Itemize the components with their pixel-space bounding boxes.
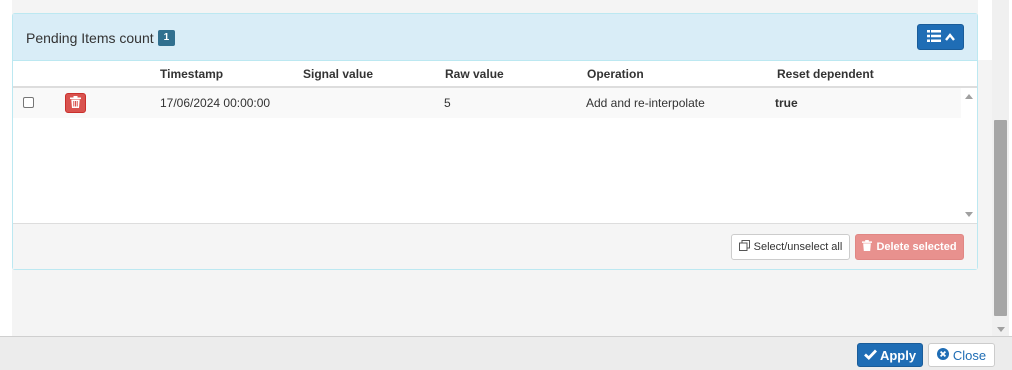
column-header-signal-value[interactable]: Signal value [303, 67, 373, 81]
pending-items-panel: Pending Items count 1 Timestamp Signal v… [12, 13, 978, 270]
dialog-right-gutter [978, 0, 992, 60]
pending-count-badge: 1 [157, 30, 176, 46]
select-all-button[interactable]: Select/unselect all [731, 234, 850, 260]
scroll-down-arrow-icon[interactable] [965, 212, 973, 217]
grid-scrollbar[interactable] [961, 88, 977, 223]
cell-raw-value: 5 [444, 96, 451, 110]
panel-title: Pending Items count 1 [26, 30, 176, 46]
dialog-body: Pending Items count 1 Timestamp Signal v… [0, 0, 992, 336]
select-all-label: Select/unselect all [753, 241, 843, 253]
table-row[interactable]: 17/06/2024 00:00:00 5 Add and re-interpo… [13, 88, 961, 118]
column-header-reset-dependent[interactable]: Reset dependent [777, 67, 874, 81]
close-circle-icon [936, 347, 949, 363]
grid-header-row: Timestamp Signal value Raw value Operati… [13, 61, 977, 88]
cell-reset-dependent: true [775, 96, 798, 110]
dialog-scrollbar[interactable] [992, 0, 1009, 336]
dialog-left-gutter [0, 0, 12, 336]
delete-selected-button[interactable]: Delete selected [855, 234, 964, 260]
trash-icon [70, 95, 81, 111]
panel-heading: Pending Items count 1 [13, 14, 977, 61]
panel-title-text: Pending Items count [26, 30, 154, 46]
grid-body: 17/06/2024 00:00:00 5 Add and re-interpo… [13, 88, 961, 223]
apply-button[interactable]: Apply [857, 343, 923, 367]
cell-operation: Add and re-interpolate [586, 96, 705, 110]
scroll-up-arrow-icon[interactable] [965, 94, 973, 99]
column-header-operation[interactable]: Operation [587, 67, 644, 81]
list-icon [926, 29, 941, 45]
copy-icon [738, 240, 750, 254]
dialog-footer: Apply Close [0, 336, 1012, 370]
trash-icon [862, 240, 873, 254]
close-button[interactable]: Close [928, 343, 995, 367]
chevron-up-icon [944, 30, 955, 44]
cell-timestamp: 17/06/2024 00:00:00 [160, 96, 271, 110]
delete-selected-label: Delete selected [876, 241, 957, 253]
close-label: Close [952, 347, 987, 363]
delete-row-button[interactable] [65, 93, 86, 113]
column-header-timestamp[interactable]: Timestamp [160, 67, 223, 81]
scrollbar-thumb[interactable] [994, 120, 1007, 316]
apply-label: Apply [879, 347, 917, 363]
collapse-toggle-button[interactable] [917, 24, 964, 50]
checkmark-icon [863, 348, 877, 363]
scroll-down-arrow-icon[interactable] [997, 327, 1005, 332]
row-select-checkbox[interactable] [23, 97, 34, 108]
column-header-raw-value[interactable]: Raw value [445, 67, 504, 81]
panel-footer: Select/unselect all Delete selected [13, 223, 977, 269]
